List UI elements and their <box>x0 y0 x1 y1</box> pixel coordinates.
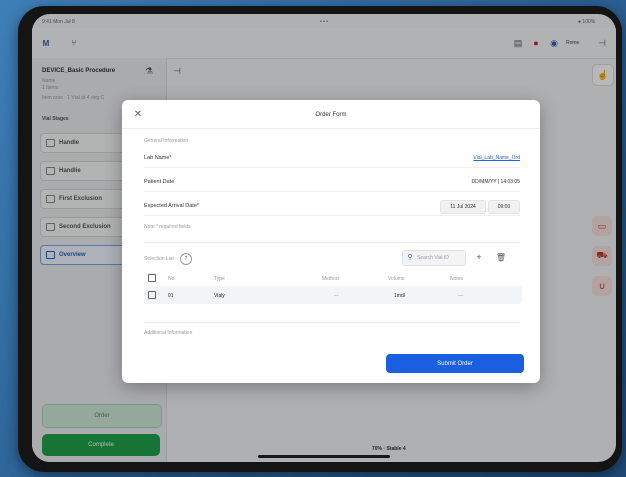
lab-name-value[interactable]: Vial_Lab_Name_Ord <box>473 155 520 161</box>
section-divider <box>144 242 520 243</box>
patient-date-row: Patient Date DD/MM/YY | 14:03:05 <box>144 174 520 192</box>
search-icon: ⚲ <box>407 254 413 261</box>
table-header-cell: Volume <box>388 276 405 282</box>
section-divider <box>144 322 520 323</box>
required-note: Note * required fields <box>144 224 191 230</box>
table-cell: — <box>334 293 339 299</box>
table-header-cell: No. <box>168 276 176 282</box>
table-cell: 01 <box>168 293 174 299</box>
modal-divider <box>122 128 540 129</box>
patient-date-value: DD/MM/YY | 14:03:05 <box>471 179 520 185</box>
submit-order-button[interactable]: Submit Order <box>386 354 524 373</box>
general-information-heading: General Information <box>144 138 189 144</box>
table-cell: Vialy <box>214 293 225 299</box>
vial-search-box[interactable]: ⚲ Search Vial ID <box>402 250 466 266</box>
selection-list-label: Selection List <box>144 256 174 262</box>
trash-icon[interactable]: 🗑 <box>496 252 506 262</box>
expected-arrival-row: Expected Arrival Date* 11 Jul 2024 09:00 <box>144 198 520 216</box>
patient-date-label: Patient Date <box>144 179 175 185</box>
table-cell: 1mdl <box>394 293 405 299</box>
search-placeholder: Search Vial ID <box>417 255 449 261</box>
table-header-cell: Type <box>214 276 225 282</box>
expected-time-chip[interactable]: 09:00 <box>488 200 520 214</box>
modal-title: Order Form <box>315 112 347 118</box>
selection-table-header: No. Type Method Volume Notes <box>144 272 522 284</box>
tablet-screen: 9:41 Mon Jul 8 • • • ● 100% M ⑂ ▤ ● ◉ Ro… <box>32 14 616 462</box>
table-header-cell: Method <box>322 276 339 282</box>
help-icon[interactable]: ? <box>180 253 192 265</box>
lab-name-row: Lab Name* Vial_Lab_Name_Ord <box>144 150 520 168</box>
table-cell: — <box>458 293 463 299</box>
add-icon[interactable]: + <box>474 252 484 262</box>
order-form-modal: ✕ Order Form General Information Lab Nam… <box>122 100 540 383</box>
expected-date-chip[interactable]: 11 Jul 2024 <box>440 200 486 214</box>
table-header-cell: Notes <box>450 276 464 282</box>
additional-information-heading: Additional Information <box>144 330 193 336</box>
table-row[interactable]: 01 Vialy — 1mdl — <box>144 286 522 304</box>
expected-arrival-label: Expected Arrival Date* <box>144 203 200 209</box>
select-all-checkbox[interactable] <box>148 274 156 282</box>
row-checkbox[interactable] <box>148 291 156 299</box>
lab-name-label: Lab Name* <box>144 155 172 161</box>
